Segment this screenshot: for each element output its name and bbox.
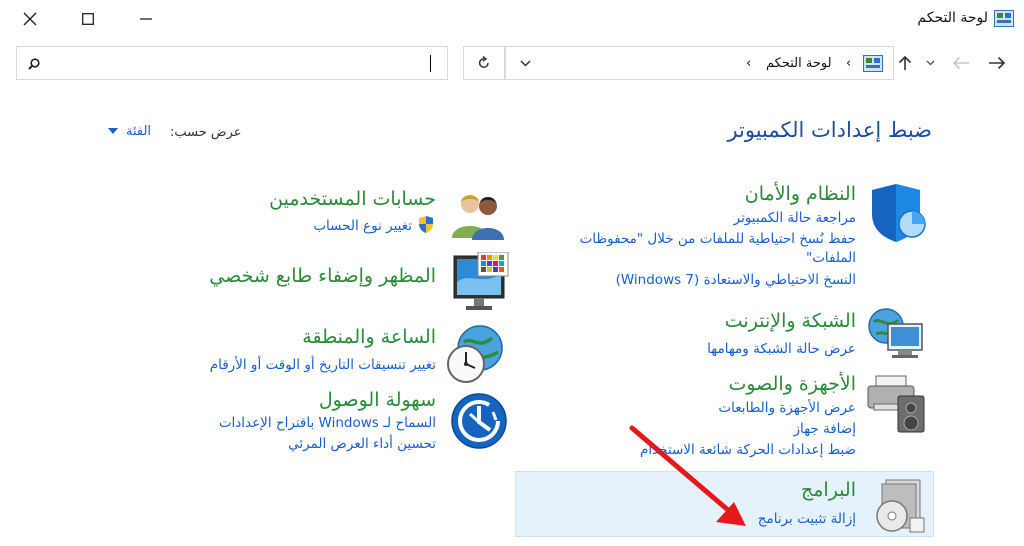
optimize-visual-display-link[interactable]: تحسين أداء العرض المرئي <box>288 436 436 452</box>
address-bar[interactable] <box>505 46 894 80</box>
search-input[interactable] <box>16 46 448 80</box>
refresh-icon <box>478 56 489 68</box>
refresh-button[interactable] <box>463 46 505 80</box>
clock-region-link[interactable]: الساعة والمنطقة <box>302 326 436 348</box>
recent-locations-dropdown[interactable] <box>926 60 935 66</box>
programs-link[interactable]: البرامج <box>801 479 856 501</box>
search-icon <box>28 58 40 70</box>
file-history-link[interactable]: حفظ نُسخ احتياطية للملفات من خلال "محفوظ… <box>580 231 856 247</box>
change-date-time-formats-link[interactable]: تغيير تنسيقات التاريخ أو الوقت أو الأرقا… <box>210 357 436 373</box>
address-history-dropdown[interactable] <box>520 60 531 67</box>
minimize-icon <box>140 18 152 20</box>
arrow-up-icon <box>898 55 912 70</box>
uninstall-program-link[interactable]: إزالة تثبيت برنامج <box>758 511 856 527</box>
address-control-panel-icon <box>863 55 883 72</box>
arrow-left-icon <box>952 56 969 70</box>
maximize-button[interactable] <box>68 6 108 32</box>
up-button[interactable] <box>898 55 912 71</box>
backup-restore-link[interactable]: النسخ الاحتياطي والاستعادة (Windows 7) <box>616 272 856 288</box>
network-internet-link[interactable]: الشبكة والإنترنت <box>725 310 856 332</box>
back-button[interactable] <box>952 56 970 70</box>
system-security-icon <box>866 184 928 244</box>
programs-icon <box>872 478 926 534</box>
let-windows-suggest-settings-link[interactable]: السماح لـ Windows باقتراح الإعدادات <box>219 415 436 431</box>
uac-shield-icon <box>418 216 434 233</box>
view-by-dropdown-arrow-icon[interactable] <box>108 128 118 134</box>
maximize-icon <box>82 13 94 25</box>
text-caret <box>430 55 431 72</box>
breadcrumb-control-panel[interactable]: لوحة التحكم <box>766 56 832 71</box>
arrow-right-icon <box>989 56 1006 70</box>
forward-button[interactable] <box>988 56 1006 70</box>
window-title: لوحة التحكم <box>917 10 988 26</box>
close-button[interactable] <box>10 6 50 32</box>
breadcrumb-root-chevron[interactable]: › <box>846 56 851 71</box>
user-accounts-icon <box>450 190 506 242</box>
minimize-button[interactable] <box>126 6 166 32</box>
hardware-sound-icon <box>866 372 928 434</box>
appearance-personalization-link[interactable]: المظهر وإضفاء طابع شخصي <box>209 265 436 287</box>
view-by-label: عرض حسب: <box>170 125 242 140</box>
appearance-personalization-icon <box>452 252 510 314</box>
breadcrumb-chevron[interactable]: › <box>746 56 751 71</box>
hardware-sound-link[interactable]: الأجهزة والصوت <box>728 373 856 395</box>
view-by-dropdown[interactable]: الفئة <box>126 124 151 139</box>
ease-of-access-icon <box>450 392 508 450</box>
annotation-arrow-icon <box>628 424 752 532</box>
file-history-link-continued[interactable]: الملفات" <box>806 250 856 266</box>
add-device-link[interactable]: إضافة جهاز <box>793 421 856 437</box>
page-title: ضبط إعدادات الكمبيوتر <box>727 118 932 142</box>
review-computer-status-link[interactable]: مراجعة حالة الكمبيوتر <box>734 210 856 226</box>
view-network-status-link[interactable]: عرض حالة الشبكة ومهامها <box>707 341 856 357</box>
view-devices-printers-link[interactable]: عرض الأجهزة والطابعات <box>718 400 856 416</box>
chevron-down-small-icon <box>926 60 935 66</box>
chevron-down-icon <box>520 60 531 67</box>
ease-of-access-link[interactable]: سهولة الوصول <box>319 389 436 411</box>
change-account-type-link[interactable]: تغيير نوع الحساب <box>313 218 412 234</box>
clock-region-icon <box>446 324 506 384</box>
network-internet-icon <box>868 304 926 362</box>
close-icon <box>23 12 37 26</box>
control-panel-icon <box>994 10 1014 27</box>
system-security-link[interactable]: النظام والأمان <box>745 183 856 205</box>
user-accounts-link[interactable]: حسابات المستخدمين <box>269 188 436 210</box>
